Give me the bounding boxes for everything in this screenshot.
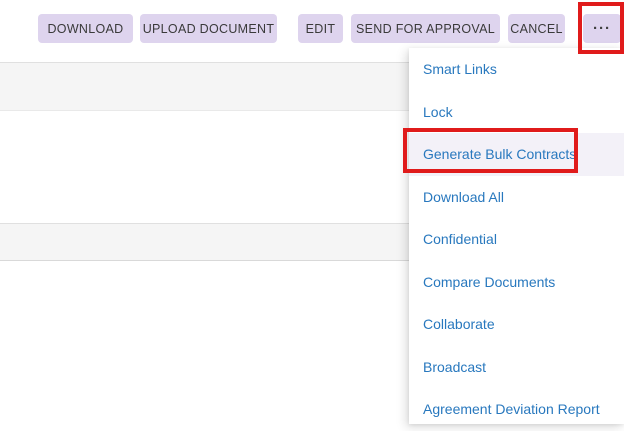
menu-item-smart-links[interactable]: Smart Links <box>409 48 624 91</box>
more-options-button[interactable]: ··· <box>583 14 621 43</box>
menu-item-collaborate[interactable]: Collaborate <box>409 303 624 346</box>
menu-item-compare-documents[interactable]: Compare Documents <box>409 261 624 304</box>
edit-button[interactable]: EDIT <box>298 14 343 43</box>
send-for-approval-button[interactable]: SEND FOR APPROVAL <box>351 14 500 43</box>
menu-item-confidential[interactable]: Confidential <box>409 218 624 261</box>
menu-item-generate-bulk-contracts[interactable]: Generate Bulk Contracts <box>409 133 624 176</box>
app-root: DOWNLOAD UPLOAD DOCUMENT EDIT SEND FOR A… <box>0 0 624 424</box>
ellipsis-icon: ··· <box>593 20 611 37</box>
cancel-button[interactable]: CANCEL <box>508 14 565 43</box>
upload-document-button[interactable]: UPLOAD DOCUMENT <box>140 14 277 43</box>
menu-item-lock[interactable]: Lock <box>409 91 624 134</box>
download-button[interactable]: DOWNLOAD <box>38 14 133 43</box>
menu-item-agreement-deviation-report[interactable]: Agreement Deviation Report <box>409 388 624 431</box>
overflow-menu: Smart Links Lock Generate Bulk Contracts… <box>409 48 624 424</box>
menu-item-broadcast[interactable]: Broadcast <box>409 346 624 389</box>
menu-item-download-all[interactable]: Download All <box>409 176 624 219</box>
